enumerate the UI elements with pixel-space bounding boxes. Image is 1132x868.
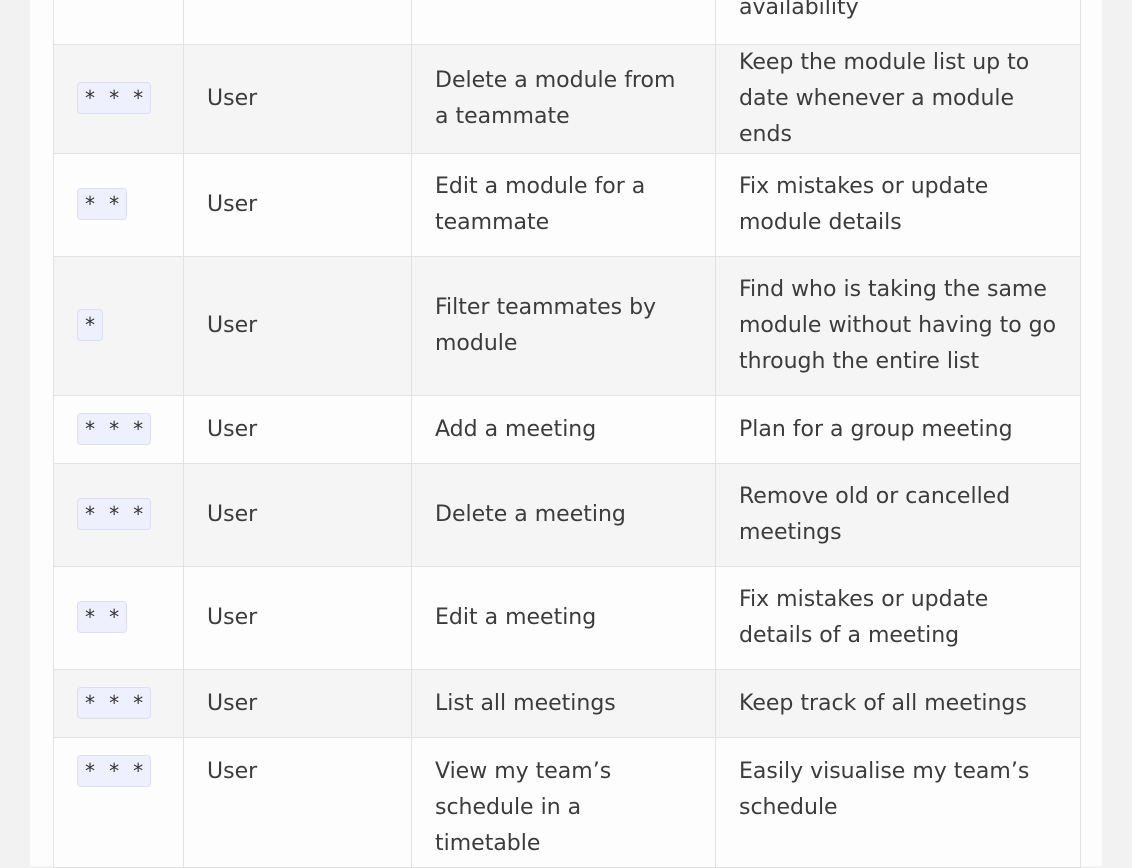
user-stories-table: teammate availability * * * User Delete … — [53, 0, 1081, 868]
role-cell: User — [183, 153, 412, 257]
role-cell: User — [183, 44, 412, 154]
priority-stars: * * — [77, 188, 128, 220]
benefit-cell: Remove old or cancelled meetings — [715, 463, 1081, 567]
role-cell: User — [183, 737, 412, 868]
priority-cell: * * * — [53, 669, 184, 738]
table-row: * User Filter teammates by module Find w… — [53, 256, 1081, 396]
role-cell: User — [183, 463, 412, 567]
table-row: teammate availability — [53, 0, 1081, 45]
benefit-cell: Plan for a group meeting — [715, 395, 1081, 464]
table-row: * * * User Add a meeting Plan for a grou… — [53, 395, 1081, 464]
priority-cell: * * * — [53, 395, 184, 464]
priority-cell: * * — [53, 153, 184, 257]
priority-cell: * — [53, 256, 184, 396]
table-row: * * * User Delete a module from a teamma… — [53, 44, 1081, 154]
table-row: * * * User View my team’s schedule in a … — [53, 737, 1081, 868]
document-page: teammate availability * * * User Delete … — [30, 0, 1102, 868]
priority-cell: * * * — [53, 44, 184, 154]
table-row: * * User Edit a module for a teammate Fi… — [53, 153, 1081, 257]
benefit-cell: availability — [715, 0, 1081, 45]
role-cell: User — [183, 395, 412, 464]
priority-stars: * — [77, 309, 104, 341]
action-cell: Delete a module from a teammate — [411, 44, 716, 154]
priority-stars: * * * — [77, 82, 152, 114]
priority-stars: * * * — [77, 498, 152, 530]
role-cell — [183, 0, 412, 45]
table-row: * * * User List all meetings Keep track … — [53, 669, 1081, 738]
table-row: * * * User Delete a meeting Remove old o… — [53, 463, 1081, 567]
benefit-cell: Easily visualise my team’s schedule — [715, 737, 1081, 868]
benefit-cell: Fix mistakes or update module details — [715, 153, 1081, 257]
role-cell: User — [183, 669, 412, 738]
benefit-cell: Find who is taking the same module witho… — [715, 256, 1081, 396]
priority-stars: * * * — [77, 412, 152, 445]
priority-stars: * * * — [77, 686, 152, 719]
priority-stars: * * * — [77, 755, 152, 787]
priority-cell — [53, 0, 184, 45]
action-cell: View my team’s schedule in a timetable — [411, 737, 716, 868]
action-cell: Edit a module for a teammate — [411, 153, 716, 257]
priority-cell: * * * — [53, 463, 184, 567]
role-cell: User — [183, 566, 412, 670]
benefit-cell: Fix mistakes or update details of a meet… — [715, 566, 1081, 670]
benefit-cell: Keep the module list up to date whenever… — [715, 44, 1081, 154]
action-cell: List all meetings — [411, 669, 716, 738]
table-row: * * User Edit a meeting Fix mistakes or … — [53, 566, 1081, 670]
action-cell: Edit a meeting — [411, 566, 716, 670]
action-cell: Delete a meeting — [411, 463, 716, 567]
action-cell: Filter teammates by module — [411, 256, 716, 396]
priority-cell: * * * — [53, 737, 184, 868]
priority-cell: * * — [53, 566, 184, 670]
benefit-cell: Keep track of all meetings — [715, 669, 1081, 738]
action-cell: teammate — [411, 0, 716, 45]
role-cell: User — [183, 256, 412, 396]
action-cell: Add a meeting — [411, 395, 716, 464]
priority-stars: * * — [77, 601, 128, 633]
